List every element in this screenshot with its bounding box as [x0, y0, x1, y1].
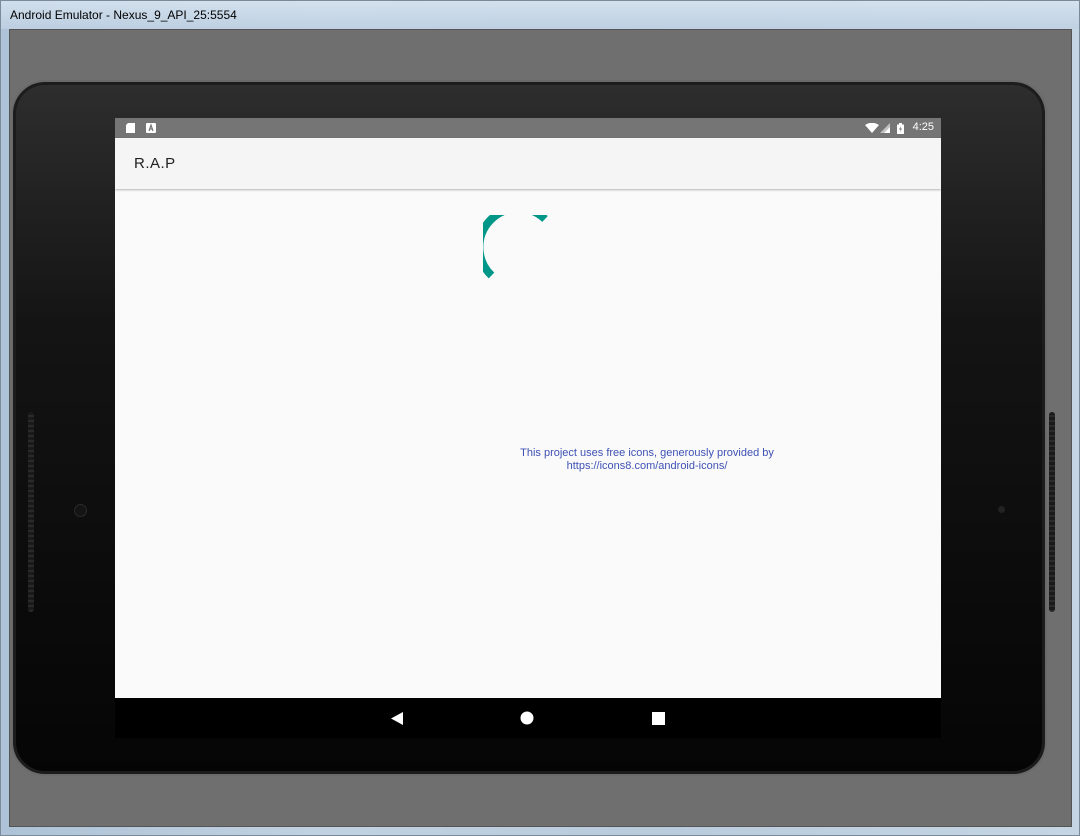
status-bar[interactable]: 4:25: [115, 118, 941, 138]
window-titlebar[interactable]: Android Emulator - Nexus_9_API_25:5554: [1, 1, 1079, 29]
speaker-grill-left: [28, 412, 34, 612]
sd-card-icon: [125, 123, 135, 133]
spinner-arc: [483, 215, 548, 279]
a-notification-icon: [146, 123, 156, 133]
window-title: Android Emulator - Nexus_9_API_25:5554: [10, 8, 237, 22]
back-icon[interactable]: [389, 710, 405, 726]
sensor-icon: [998, 506, 1005, 513]
front-camera-icon: [74, 504, 87, 517]
status-time: 4:25: [912, 121, 934, 133]
recents-icon[interactable]: [650, 710, 666, 726]
home-icon[interactable]: [519, 710, 535, 726]
cell-signal-icon: [880, 123, 890, 133]
navigation-bar: [115, 698, 941, 738]
app-bar: R.A.P: [115, 138, 941, 189]
app-title: R.A.P: [134, 155, 176, 172]
icons8-credit-text: This project uses free icons, generously…: [509, 447, 785, 473]
loading-spinner: [483, 215, 548, 279]
credit-line-1: This project uses free icons, generously…: [520, 447, 774, 459]
device-screen[interactable]: 4:25 R.A.P This project uses free icons,…: [115, 118, 941, 698]
speaker-grill-right: [1049, 412, 1055, 612]
credit-link[interactable]: https://icons8.com/android-icons/: [509, 460, 785, 473]
battery-icon: [897, 122, 904, 134]
wifi-icon: [865, 123, 879, 133]
